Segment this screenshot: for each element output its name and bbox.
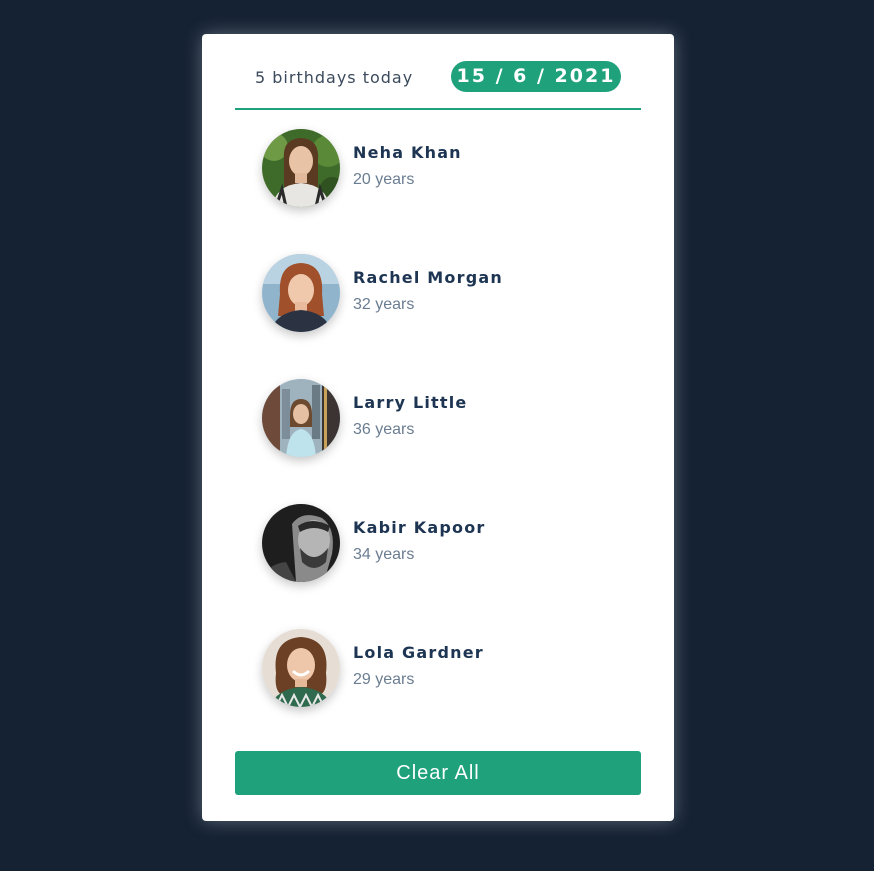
avatar [262, 129, 340, 207]
person-age: 29 years [353, 671, 415, 688]
date-badge: 15 / 6 / 2021 [451, 61, 621, 92]
person-name: Kabir Kapoor [353, 518, 486, 537]
person-name: Rachel Morgan [353, 268, 503, 287]
list-item: Kabir Kapoor 34 years [262, 504, 622, 584]
list-item: Lola Gardner 29 years [262, 629, 622, 709]
person-name: Lola Gardner [353, 643, 484, 662]
birthday-count: 5 birthdays today [255, 68, 414, 87]
avatar [262, 629, 340, 707]
person-name: Larry Little [353, 393, 468, 412]
list-item: Rachel Morgan 32 years [262, 254, 622, 334]
person-age: 32 years [353, 296, 415, 313]
avatar [262, 254, 340, 332]
clear-all-button[interactable]: Clear All [235, 751, 641, 795]
card-header: 5 birthdays today 15 / 6 / 2021 [235, 60, 641, 110]
avatar [262, 504, 340, 582]
person-age: 20 years [353, 171, 415, 188]
person-age: 36 years [353, 421, 415, 438]
list-item: Neha Khan 20 years [262, 129, 622, 209]
avatar [262, 379, 340, 457]
birthday-card: 5 birthdays today 15 / 6 / 2021 Neha Kha… [202, 34, 674, 821]
person-name: Neha Khan [353, 143, 462, 162]
list-item: Larry Little 36 years [262, 379, 622, 459]
person-age: 34 years [353, 546, 415, 563]
